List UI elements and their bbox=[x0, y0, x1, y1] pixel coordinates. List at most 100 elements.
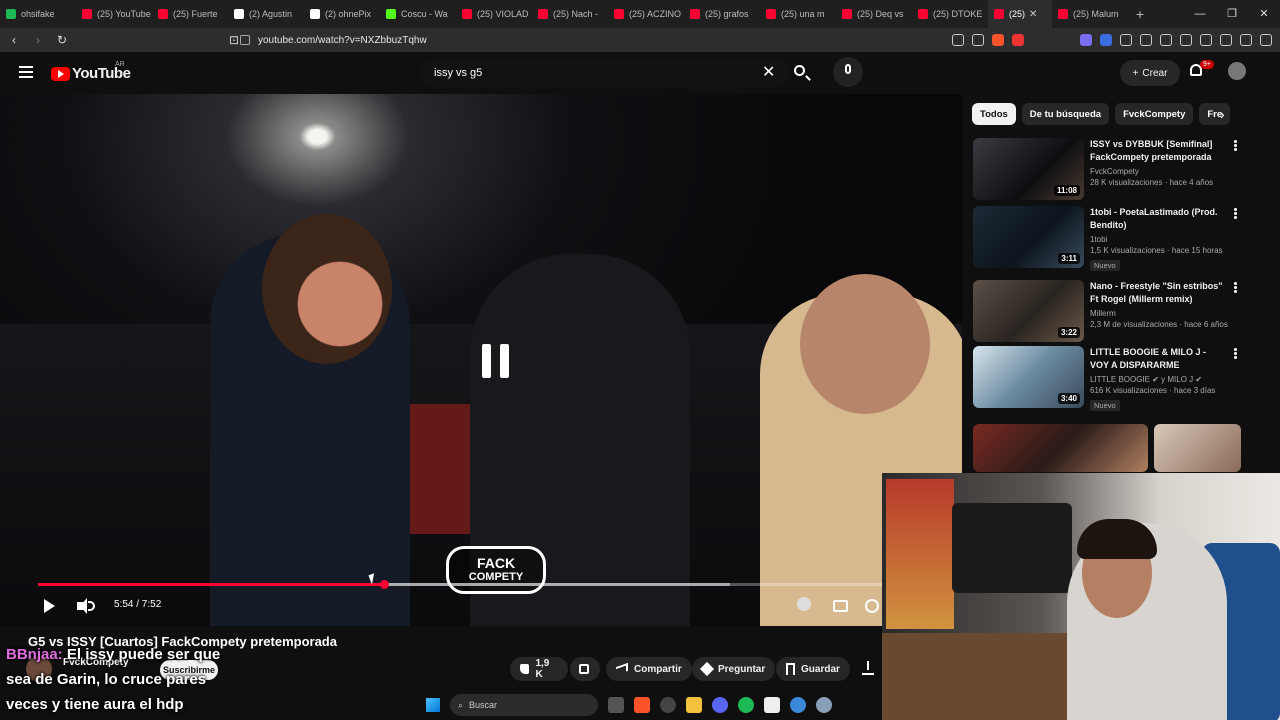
browser-tab[interactable]: (25) Deq vs bbox=[836, 0, 912, 28]
recommendation-channel[interactable]: 1tobi bbox=[1090, 235, 1107, 244]
recommendation-item[interactable]: 3:40 LITTLE BOOGIE & MILO J - VOY A DISP… bbox=[973, 346, 1253, 412]
video-player[interactable]: FACK COMPETY 5:54 / 7:52 bbox=[0, 94, 962, 626]
voice-search-button[interactable] bbox=[833, 57, 863, 87]
window-controls: — ❐ ✕ bbox=[1184, 0, 1280, 28]
progress-bar[interactable] bbox=[38, 580, 882, 589]
chevron-right-icon[interactable]: › bbox=[1220, 106, 1225, 122]
recommendation-title[interactable]: Nano - Freestyle "Sin estribos" Ft Rogel… bbox=[1090, 280, 1226, 306]
extension-icon[interactable] bbox=[1100, 34, 1112, 46]
clear-search-icon[interactable]: ✕ bbox=[762, 62, 775, 82]
search-icon[interactable] bbox=[792, 63, 812, 83]
file-explorer-icon[interactable] bbox=[686, 697, 702, 713]
url-field[interactable]: youtube.com/watch?v=NXZbbuzTqhw bbox=[240, 32, 960, 48]
browser-tab-active[interactable]: (25) ✕ bbox=[988, 0, 1052, 28]
browser-tab[interactable]: (25) grafos bbox=[684, 0, 760, 28]
recommendation-item[interactable]: 3:22 Nano - Freestyle "Sin estribos" Ft … bbox=[973, 280, 1253, 346]
discord-icon[interactable] bbox=[712, 697, 728, 713]
maximize-icon[interactable]: ❐ bbox=[1216, 0, 1248, 28]
browser-tab[interactable]: (25) Malum bbox=[1052, 0, 1128, 28]
hamburger-menu-icon[interactable] bbox=[19, 66, 33, 78]
ccleaner-icon[interactable] bbox=[790, 697, 806, 713]
browser-tab[interactable]: Coscu - Wa bbox=[380, 0, 456, 28]
recommendation-item[interactable]: 11:08 ISSY vs DYBBUK [Semifinal] FackCom… bbox=[973, 138, 1253, 204]
download-icon[interactable] bbox=[862, 661, 874, 675]
youtube-logo[interactable]: YouTube AR bbox=[51, 61, 131, 82]
reload-icon[interactable]: ↻ bbox=[52, 33, 72, 47]
ask-button[interactable]: Preguntar bbox=[692, 657, 776, 681]
create-button[interactable]: + Crear bbox=[1120, 60, 1180, 86]
save-button[interactable]: Guardar bbox=[776, 657, 850, 681]
minimize-icon[interactable]: — bbox=[1184, 0, 1216, 28]
recommendation-channel[interactable]: Millerm bbox=[1090, 309, 1116, 318]
browser-menu-icon[interactable] bbox=[1260, 34, 1272, 46]
video-thumbnail[interactable]: 3:11 bbox=[973, 206, 1084, 268]
media-icon[interactable] bbox=[1160, 34, 1172, 46]
video-thumbnail[interactable]: 11:08 bbox=[973, 138, 1084, 200]
play-icon[interactable] bbox=[44, 599, 55, 613]
shorts-thumbnail[interactable] bbox=[973, 424, 1148, 472]
recommendation-title[interactable]: 1tobi - PoetaLastimado (Prod. Bendito) bbox=[1090, 206, 1226, 232]
ai-icon[interactable] bbox=[1220, 34, 1232, 46]
spotify-icon[interactable] bbox=[738, 697, 754, 713]
browser-tab[interactable]: (2) ohnePix bbox=[304, 0, 380, 28]
vpn-icon[interactable] bbox=[1240, 34, 1252, 46]
more-options-icon[interactable] bbox=[1234, 208, 1237, 220]
account-avatar[interactable] bbox=[1228, 62, 1246, 80]
cast-icon[interactable] bbox=[952, 34, 964, 46]
subtitles-icon[interactable] bbox=[833, 600, 848, 612]
chip-de-tu-busqueda[interactable]: De tu búsqueda bbox=[1021, 103, 1110, 125]
chip-channel[interactable]: FvckCompety bbox=[1115, 103, 1194, 125]
recommendation-title[interactable]: LITTLE BOOGIE & MILO J - VOY A DISPARARM… bbox=[1090, 346, 1226, 372]
more-options-icon[interactable] bbox=[1234, 140, 1237, 152]
dislike-button[interactable] bbox=[570, 657, 600, 681]
share-icon[interactable] bbox=[972, 34, 984, 46]
recommendation-item[interactable]: 3:11 1tobi - PoetaLastimado (Prod. Bendi… bbox=[973, 206, 1253, 272]
browser-tab[interactable]: (2) Agustin bbox=[228, 0, 304, 28]
autoplay-toggle[interactable] bbox=[797, 597, 811, 611]
browser-tab[interactable]: (25) DTOKE bbox=[912, 0, 988, 28]
more-options-icon[interactable] bbox=[1234, 348, 1237, 360]
brave-icon[interactable] bbox=[634, 697, 650, 713]
video-thumbnail[interactable]: 3:40 bbox=[973, 346, 1084, 408]
progress-scrubber-handle[interactable] bbox=[380, 580, 390, 589]
browser-tab[interactable]: ohsifake bbox=[0, 0, 76, 28]
chrome-icon[interactable] bbox=[660, 697, 676, 713]
browser-tab[interactable]: (25) ACZINO bbox=[608, 0, 684, 28]
screenshot-icon[interactable] bbox=[1140, 34, 1152, 46]
capcut-icon[interactable] bbox=[764, 697, 780, 713]
chip-more[interactable]: Fre bbox=[1199, 103, 1231, 125]
back-icon[interactable]: ‹ bbox=[4, 33, 24, 47]
volume-icon[interactable] bbox=[77, 598, 95, 614]
site-info-icon[interactable] bbox=[240, 35, 250, 45]
wallet-icon[interactable] bbox=[1200, 34, 1212, 46]
more-options-icon[interactable] bbox=[1234, 282, 1237, 294]
tab-close-icon[interactable]: ✕ bbox=[1029, 9, 1037, 20]
share-button[interactable]: Compartir bbox=[606, 657, 692, 681]
video-thumbnail[interactable]: 3:22 bbox=[973, 280, 1084, 342]
brave-shield-icon[interactable] bbox=[992, 34, 1004, 46]
brave-rewards-icon[interactable] bbox=[1012, 34, 1024, 46]
browser-tab[interactable]: (25) Nach - bbox=[532, 0, 608, 28]
like-button[interactable]: 1,9 K bbox=[510, 657, 568, 681]
chip-todos[interactable]: Todos bbox=[972, 103, 1016, 125]
shorts-thumbnail[interactable] bbox=[1154, 424, 1241, 472]
task-view-icon[interactable] bbox=[608, 697, 624, 713]
new-tab-button[interactable]: + bbox=[1128, 6, 1152, 22]
windows-start-icon[interactable] bbox=[426, 698, 440, 712]
recommendation-channel[interactable]: FvckCompety bbox=[1090, 167, 1139, 176]
browser-tab[interactable]: (25) una m bbox=[760, 0, 836, 28]
browser-tab[interactable]: (25) YouTube bbox=[76, 0, 152, 28]
forward-icon[interactable]: › bbox=[28, 33, 48, 47]
settings-gear-icon[interactable] bbox=[865, 599, 879, 613]
search-input[interactable]: issy vs g5 bbox=[420, 59, 790, 87]
taskbar-search[interactable]: ⌕ Buscar bbox=[450, 694, 598, 716]
puzzle-icon[interactable] bbox=[1120, 34, 1132, 46]
recommendation-channel[interactable]: LITTLE BOOGIE ✔ y MILO J ✔ bbox=[1090, 375, 1202, 384]
browser-tab[interactable]: (25) Fuerte bbox=[152, 0, 228, 28]
close-icon[interactable]: ✕ bbox=[1248, 0, 1280, 28]
browser-tab[interactable]: (25) VIOLAD bbox=[456, 0, 532, 28]
extension-icon[interactable] bbox=[1080, 34, 1092, 46]
settings-icon[interactable] bbox=[816, 697, 832, 713]
recommendation-title[interactable]: ISSY vs DYBBUK [Semifinal] FackCompety p… bbox=[1090, 138, 1226, 164]
sidebar-icon[interactable] bbox=[1180, 34, 1192, 46]
